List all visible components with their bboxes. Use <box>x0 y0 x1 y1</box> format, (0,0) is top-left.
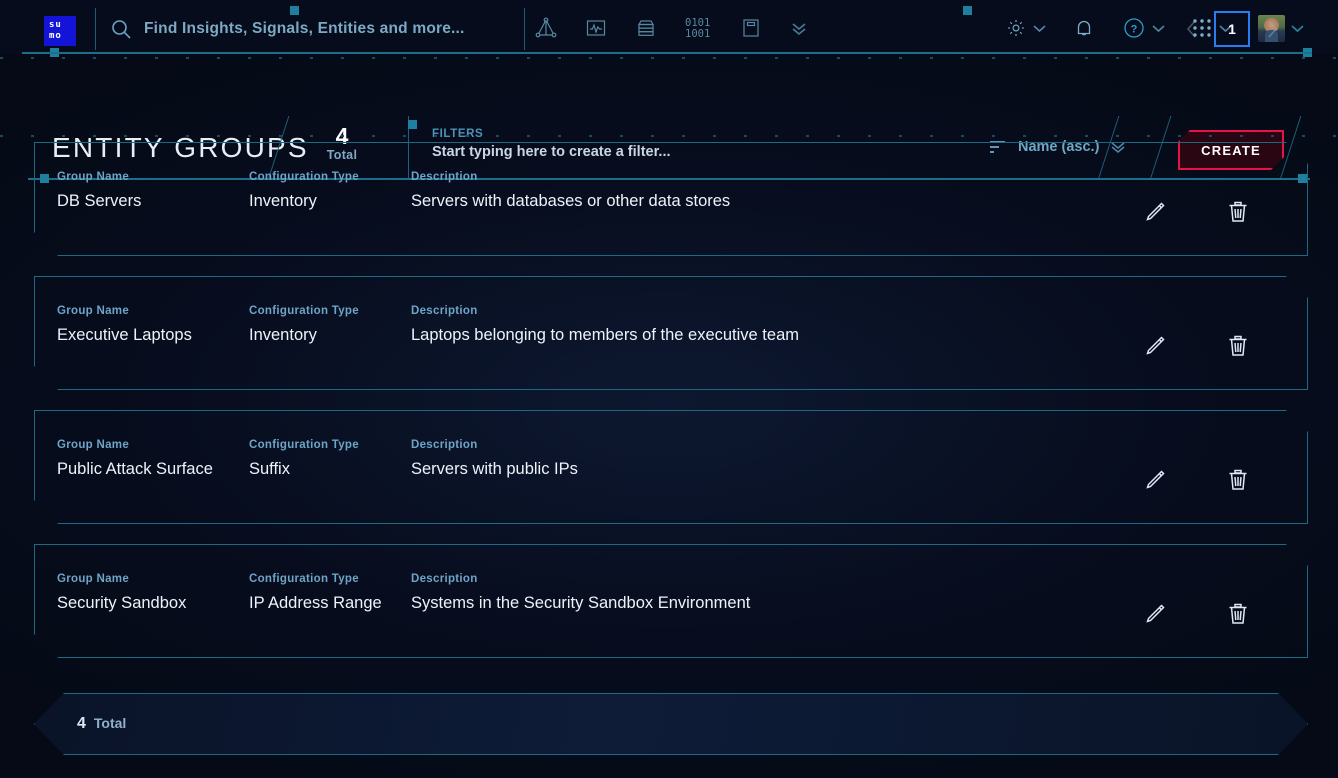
column-header-type: Configuration Type <box>249 439 411 451</box>
group-name-value: DB Servers <box>57 190 249 213</box>
bell-icon <box>1072 16 1096 40</box>
chevron-down-icon <box>1033 24 1046 33</box>
group-name-cell: Group Name Executive Laptops <box>57 305 249 347</box>
edit-icon[interactable] <box>1139 197 1169 227</box>
entity-group-list: Group Name DB Servers Configuration Type… <box>0 142 1338 678</box>
group-name-value: Executive Laptops <box>57 324 249 347</box>
corner-marker <box>408 120 417 129</box>
chevron-down-icon <box>1291 24 1304 33</box>
column-header-name: Group Name <box>57 171 249 183</box>
config-type-cell: Configuration Type Inventory <box>249 305 411 347</box>
delete-icon[interactable] <box>1223 465 1253 495</box>
edit-icon[interactable] <box>1139 331 1169 361</box>
search-input[interactable]: Find Insights, Signals, Entities and mor… <box>144 20 465 38</box>
help-menu[interactable]: ? <box>1122 16 1165 40</box>
description-cell: Description Servers with databases or ot… <box>411 171 1139 213</box>
entity-groups-page: su mo Find Insights, Signals, Entities a… <box>0 0 1338 778</box>
chevron-double-down-icon[interactable] <box>788 17 810 39</box>
logo-line-1: su <box>49 20 62 30</box>
table-row[interactable]: Group Name DB Servers Configuration Type… <box>34 142 1308 256</box>
notifications-button[interactable] <box>1072 16 1096 40</box>
delete-icon[interactable] <box>1223 599 1253 629</box>
column-header-name: Group Name <box>57 439 249 451</box>
row-actions <box>1139 573 1307 629</box>
column-header-type: Configuration Type <box>249 171 411 183</box>
column-header-name: Group Name <box>57 573 249 585</box>
footer-total-label: Total <box>94 715 126 731</box>
edit-icon[interactable] <box>1139 465 1169 495</box>
gear-icon <box>1005 17 1027 39</box>
column-header-description: Description <box>411 573 1139 585</box>
next-page-button[interactable] <box>1264 18 1280 40</box>
footer-total: 4 Total <box>77 715 126 733</box>
filters-label: FILTERS <box>432 128 671 140</box>
column-header-type: Configuration Type <box>249 573 411 585</box>
group-name-cell: Group Name Public Attack Surface <box>57 439 249 481</box>
table-row[interactable]: Group Name Public Attack Surface Configu… <box>34 410 1308 524</box>
svg-text:1001: 1001 <box>685 28 710 40</box>
description-value: Systems in the Security Sandbox Environm… <box>411 592 1139 615</box>
column-header-name: Group Name <box>57 305 249 317</box>
search-icon <box>110 18 132 40</box>
delete-icon[interactable] <box>1223 331 1253 361</box>
network-graph-icon[interactable] <box>534 16 558 40</box>
page-number-1[interactable]: 1 <box>1214 11 1250 47</box>
table-row[interactable]: Group Name Executive Laptops Configurati… <box>34 276 1308 390</box>
sumo-logic-logo[interactable]: su mo <box>44 16 76 46</box>
svg-text:?: ? <box>1131 24 1138 36</box>
group-name-value: Security Sandbox <box>57 592 249 615</box>
settings-menu[interactable] <box>1005 17 1046 39</box>
delete-icon[interactable] <box>1223 197 1253 227</box>
config-type-cell: Configuration Type IP Address Range <box>249 573 411 615</box>
list-footer: 4 Total <box>34 693 1308 755</box>
global-search[interactable]: Find Insights, Signals, Entities and mor… <box>95 8 525 50</box>
description-cell: Description Servers with public IPs <box>411 439 1139 481</box>
column-header-description: Description <box>411 439 1139 451</box>
column-header-type: Configuration Type <box>249 305 411 317</box>
config-type-value: IP Address Range <box>249 592 411 615</box>
config-type-value: Suffix <box>249 458 411 481</box>
pulse-monitor-icon[interactable] <box>584 16 608 40</box>
binary-code-icon[interactable]: 0101 1001 <box>684 15 714 41</box>
page-header: ENTITY GROUPS 4 Total FILTERS Start typi… <box>0 54 1338 126</box>
description-value: Laptops belonging to members of the exec… <box>411 324 1139 347</box>
config-type-value: Inventory <box>249 190 411 213</box>
footer-total-value: 4 <box>77 715 86 733</box>
description-value: Servers with public IPs <box>411 458 1139 481</box>
group-name-cell: Group Name DB Servers <box>57 171 249 213</box>
decorative-dot-row <box>0 135 1338 137</box>
row-actions <box>1139 439 1307 495</box>
row-actions <box>1139 305 1307 361</box>
group-name-value: Public Attack Surface <box>57 458 249 481</box>
book-library-icon[interactable] <box>740 16 762 40</box>
row-actions <box>1139 171 1307 227</box>
corner-marker <box>963 6 972 15</box>
logo-line-2: mo <box>49 31 62 41</box>
config-type-cell: Configuration Type Suffix <box>249 439 411 481</box>
description-value: Servers with databases or other data sto… <box>411 190 1139 213</box>
config-type-cell: Configuration Type Inventory <box>249 171 411 213</box>
chevron-down-icon <box>1152 24 1165 33</box>
server-stack-icon[interactable] <box>634 16 658 40</box>
prev-page-button[interactable] <box>1184 18 1200 40</box>
group-name-cell: Group Name Security Sandbox <box>57 573 249 615</box>
config-type-value: Inventory <box>249 324 411 347</box>
edit-icon[interactable] <box>1139 599 1169 629</box>
table-row[interactable]: Group Name Security Sandbox Configuratio… <box>34 544 1308 658</box>
help-circle-icon: ? <box>1122 16 1146 40</box>
column-header-description: Description <box>411 171 1139 183</box>
top-navigation-bar: su mo Find Insights, Signals, Entities a… <box>0 0 1338 54</box>
column-header-description: Description <box>411 305 1139 317</box>
pagination: 1 <box>1184 11 1280 47</box>
description-cell: Description Systems in the Security Sand… <box>411 573 1139 615</box>
primary-nav-icons: 0101 1001 <box>534 8 810 48</box>
description-cell: Description Laptops belonging to members… <box>411 305 1139 347</box>
